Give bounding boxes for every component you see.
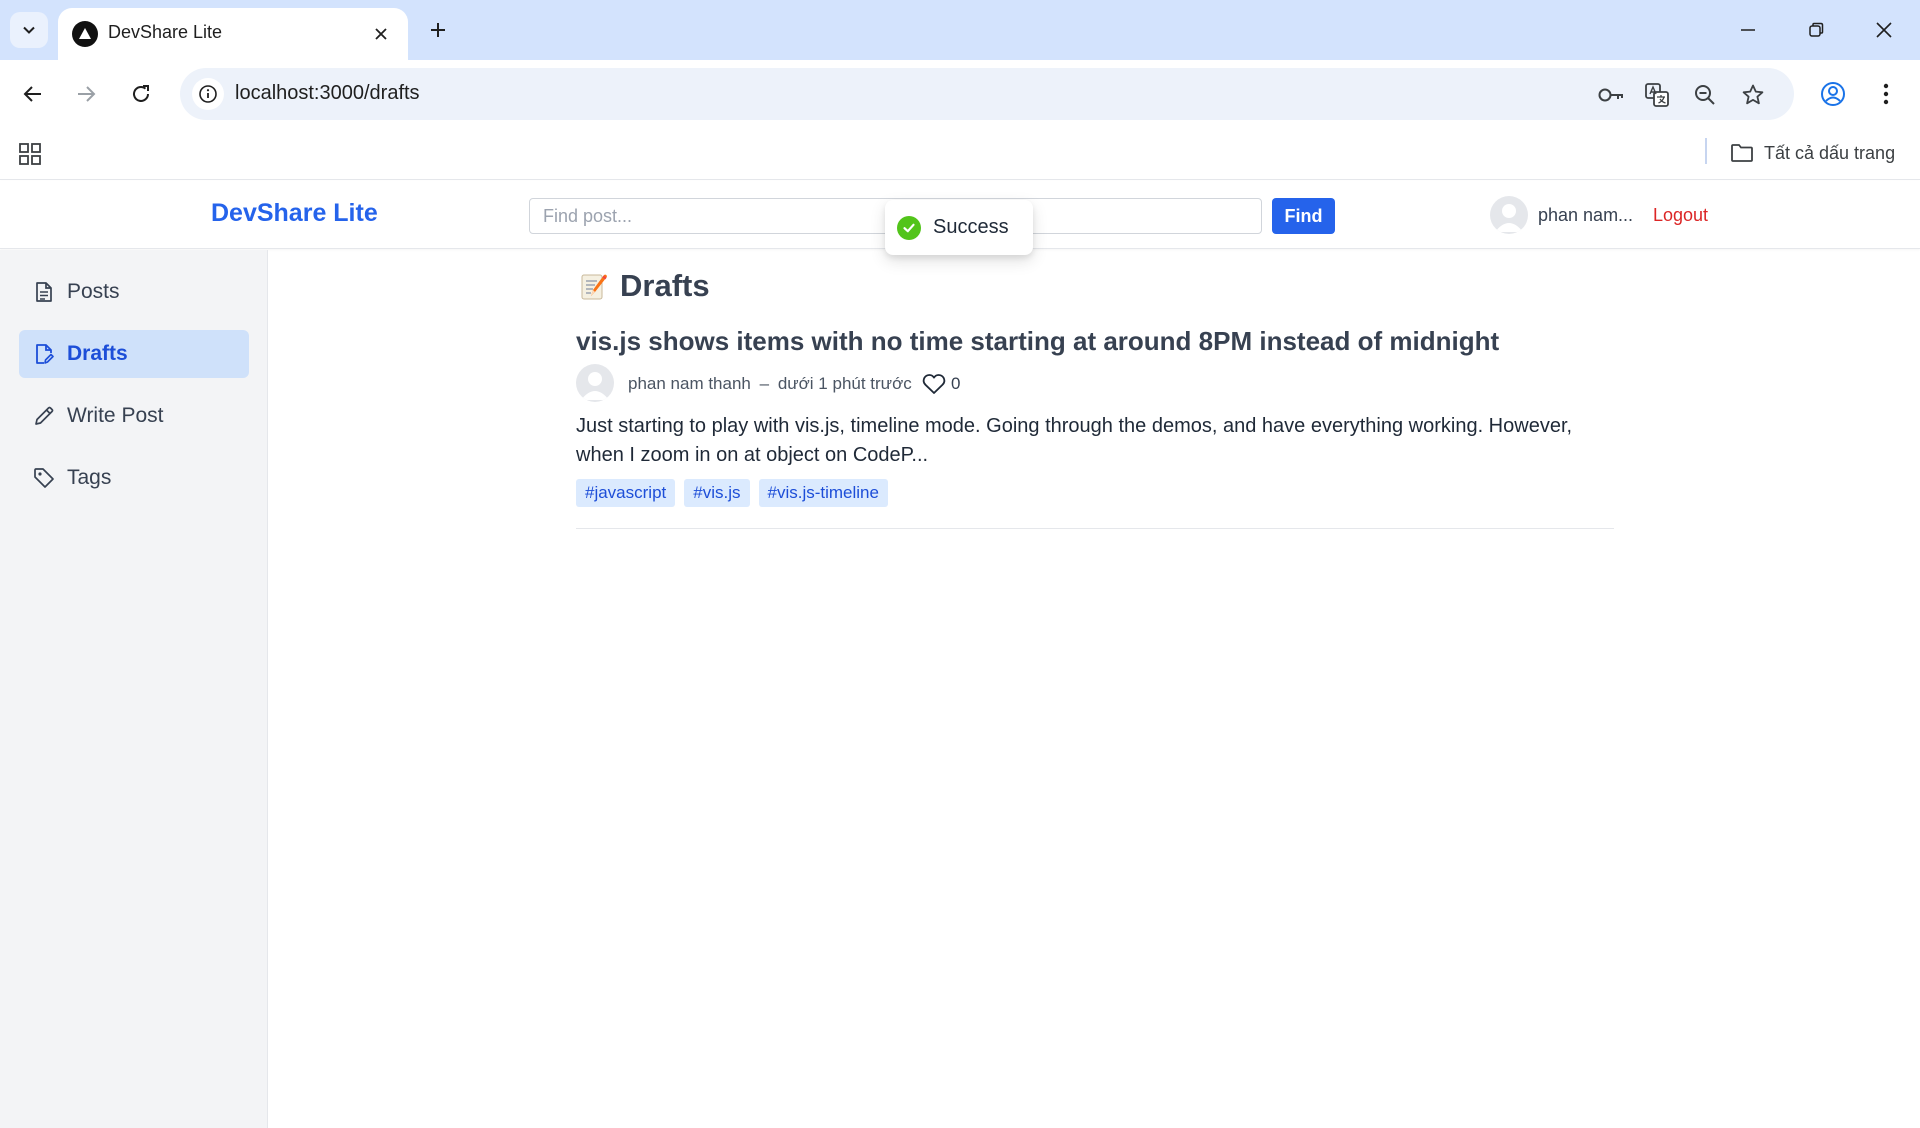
sidebar-item-write-post[interactable]: Write Post — [19, 392, 249, 440]
close-icon — [375, 28, 387, 40]
arrow-left-icon — [23, 86, 41, 102]
tag-icon — [33, 467, 55, 489]
post-meta: phan nam thanh – dưới 1 phút trước — [628, 374, 912, 394]
sidebar-item-label: Posts — [67, 280, 120, 303]
zoom-out-icon — [1695, 85, 1715, 105]
kebab-menu-icon — [1883, 83, 1889, 105]
user-placeholder-icon — [1495, 204, 1523, 232]
toast-message: Success — [933, 216, 1009, 238]
post-title-link[interactable]: vis.js shows items with no time starting… — [576, 326, 1499, 357]
info-icon — [199, 85, 217, 103]
post-time: dưới 1 phút trước — [777, 374, 912, 393]
reload-button[interactable] — [121, 74, 161, 114]
page-title: Drafts — [620, 268, 710, 303]
heart-icon[interactable] — [921, 372, 947, 396]
browser-tab-active[interactable]: DevShare Lite — [58, 8, 408, 60]
browser-tabstrip: DevShare Lite — [0, 0, 1920, 60]
restore-button[interactable] — [1786, 10, 1846, 50]
sidebar-item-label: Write Post — [67, 404, 164, 427]
close-window-button[interactable] — [1854, 10, 1914, 50]
bookmark-button[interactable] — [1736, 78, 1770, 112]
author-avatar[interactable] — [576, 364, 614, 402]
logout-link[interactable]: Logout — [1653, 205, 1708, 226]
arrow-right-icon — [78, 86, 96, 102]
avatar[interactable] — [1490, 196, 1528, 234]
browser-toolbar: localhost:3000/drafts — [0, 60, 1920, 128]
zoom-button[interactable] — [1688, 78, 1722, 112]
translate-button[interactable] — [1640, 78, 1674, 112]
apps-grid-icon — [19, 143, 41, 165]
translate-icon — [1645, 83, 1669, 107]
plus-icon — [431, 23, 445, 37]
url-text[interactable]: localhost:3000/drafts — [235, 82, 420, 105]
folder-icon — [1731, 144, 1753, 162]
like-count: 0 — [951, 374, 961, 393]
find-button[interactable]: Find — [1272, 198, 1335, 234]
chevron-down-icon — [23, 26, 35, 34]
page-heading: Drafts — [580, 268, 710, 304]
reload-icon — [133, 85, 149, 102]
password-button[interactable] — [1594, 78, 1628, 112]
tag-chip[interactable]: #vis.js — [684, 479, 750, 507]
star-icon — [1742, 84, 1764, 105]
tag-chip[interactable]: #javascript — [576, 479, 676, 507]
address-bar[interactable]: localhost:3000/drafts — [180, 68, 1794, 120]
sidebar-item-label: Tags — [67, 466, 112, 489]
bookmarks-bar: Tất cả dấu trang — [0, 128, 1920, 180]
back-button[interactable] — [13, 74, 53, 114]
apps-button[interactable] — [14, 138, 46, 170]
sidebar-item-tags[interactable]: Tags — [19, 454, 249, 502]
draft-post-card: vis.js shows items with no time starting… — [576, 322, 1614, 529]
browser-menu-button[interactable] — [1866, 74, 1906, 114]
author-name[interactable]: phan nam thanh — [628, 374, 751, 393]
profile-icon — [1821, 82, 1845, 106]
document-icon — [33, 281, 55, 303]
user-name[interactable]: phan nam... — [1538, 205, 1633, 226]
all-bookmarks-label: Tất cả dấu trang — [1764, 142, 1896, 163]
restore-icon — [1809, 22, 1824, 37]
post-excerpt: Just starting to play with vis.js, timel… — [576, 415, 1573, 466]
bookmarks-divider — [1705, 138, 1707, 164]
tag-list: #javascript #vis.js #vis.js-timeline — [576, 479, 888, 507]
close-icon — [1876, 22, 1892, 38]
forward-button[interactable] — [66, 74, 106, 114]
tab-title: DevShare Lite — [108, 22, 223, 42]
memo-icon — [581, 274, 607, 300]
user-placeholder-icon — [581, 372, 609, 400]
check-circle-icon — [897, 215, 921, 240]
brand-logo-text[interactable]: DevShare Lite — [211, 199, 378, 228]
sidebar-item-label: Drafts — [67, 342, 128, 365]
profile-button[interactable] — [1813, 74, 1853, 114]
sidebar-item-posts[interactable]: Posts — [19, 268, 249, 316]
meta-separator: – — [759, 374, 770, 393]
site-info-button[interactable] — [192, 78, 224, 110]
tab-search-button[interactable] — [10, 12, 48, 48]
pencil-icon — [33, 405, 55, 427]
success-toast: Success — [885, 200, 1033, 255]
minimize-icon — [1741, 29, 1755, 31]
minimize-button[interactable] — [1718, 10, 1778, 50]
sidebar: Posts Drafts Write Post Tags — [0, 250, 268, 1128]
key-icon — [1598, 88, 1623, 102]
new-tab-button[interactable] — [420, 12, 456, 48]
close-tab-button[interactable] — [368, 21, 394, 47]
triangle-logo-icon — [72, 21, 98, 47]
sidebar-item-drafts[interactable]: Drafts — [19, 330, 249, 378]
all-bookmarks-button[interactable]: Tất cả dấu trang — [1730, 138, 1895, 168]
tag-chip[interactable]: #vis.js-timeline — [758, 479, 888, 507]
document-edit-icon — [33, 343, 55, 365]
